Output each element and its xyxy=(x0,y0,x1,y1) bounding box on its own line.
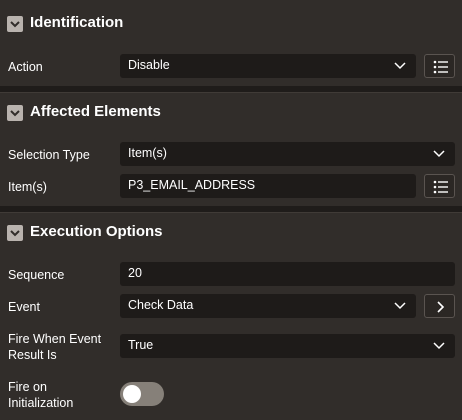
section-header-identification[interactable]: Identification xyxy=(0,4,462,44)
section-title-execution-options: Execution Options xyxy=(30,223,163,240)
fire-when-label: Fire When Event Result Is xyxy=(8,331,101,363)
section-title-affected-elements: Affected Elements xyxy=(30,103,161,120)
event-select-value: Check Data xyxy=(128,298,194,312)
chevron-down-icon xyxy=(394,62,406,70)
chevron-down-icon xyxy=(433,342,445,350)
fire-when-select[interactable]: True xyxy=(120,334,455,358)
sequence-label: Sequence xyxy=(8,268,65,282)
fire-on-init-label-line1: Fire on xyxy=(8,380,47,394)
list-icon xyxy=(433,60,448,74)
collapse-toggle-identification[interactable] xyxy=(7,16,23,32)
selection-type-select[interactable]: Item(s) xyxy=(120,142,455,166)
collapse-toggle-execution-options[interactable] xyxy=(7,225,23,241)
event-select[interactable]: Check Data xyxy=(120,294,416,318)
fire-on-init-label-line2: Initialization xyxy=(8,396,74,410)
sequence-input[interactable]: 20 xyxy=(120,262,455,286)
event-label: Event xyxy=(8,300,40,314)
selection-type-label: Selection Type xyxy=(8,148,90,162)
collapse-toggle-affected-elements[interactable] xyxy=(7,105,23,121)
chevron-right-icon xyxy=(437,301,445,313)
items-list-button[interactable] xyxy=(424,174,455,198)
fire-when-select-value: True xyxy=(128,338,154,352)
section-header-execution-options[interactable]: Execution Options xyxy=(0,212,462,253)
action-select-value: Disable xyxy=(128,58,170,72)
chevron-down-icon xyxy=(10,110,20,117)
items-label: Item(s) xyxy=(8,180,47,194)
fire-on-init-toggle[interactable] xyxy=(120,382,164,406)
fire-when-label-line2: Result Is xyxy=(8,348,57,362)
list-icon xyxy=(433,180,448,194)
fire-when-label-line1: Fire When Event xyxy=(8,332,102,346)
chevron-down-icon xyxy=(394,302,406,310)
action-select[interactable]: Disable xyxy=(120,54,416,78)
section-title-identification: Identification xyxy=(30,14,124,31)
event-go-button[interactable] xyxy=(424,294,455,318)
chevron-down-icon xyxy=(10,21,20,28)
items-input[interactable]: P3_EMAIL_ADDRESS xyxy=(120,174,416,198)
chevron-down-icon xyxy=(433,150,445,158)
items-input-value: P3_EMAIL_ADDRESS xyxy=(128,178,256,192)
action-label: Action xyxy=(8,60,43,74)
sequence-input-value: 20 xyxy=(128,266,142,280)
toggle-knob xyxy=(123,385,141,403)
section-header-affected-elements[interactable]: Affected Elements xyxy=(0,92,462,133)
chevron-down-icon xyxy=(10,230,20,237)
fire-on-init-label: Fire on Initialization xyxy=(8,379,73,411)
action-list-button[interactable] xyxy=(424,54,455,78)
selection-type-value: Item(s) xyxy=(128,146,167,160)
